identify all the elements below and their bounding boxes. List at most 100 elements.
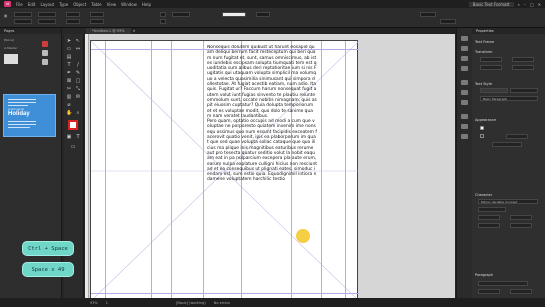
leading-field[interactable] bbox=[510, 215, 532, 220]
line-tool-icon[interactable]: / bbox=[75, 62, 81, 68]
transform-y-field[interactable] bbox=[480, 65, 502, 70]
preflight-status[interactable]: No errors bbox=[214, 301, 230, 305]
thumb-line bbox=[8, 127, 30, 128]
note-tool-icon[interactable]: ✉ bbox=[75, 94, 81, 100]
free-transform-tool-icon[interactable]: ⤡ bbox=[75, 86, 81, 92]
character-styles-icon[interactable] bbox=[461, 134, 468, 139]
layers-icon[interactable] bbox=[42, 50, 48, 56]
properties-title[interactable]: Properties bbox=[472, 28, 545, 34]
transform-x-field[interactable] bbox=[480, 57, 502, 62]
text-wrap-icon[interactable] bbox=[461, 114, 468, 119]
pages-panel-title[interactable]: Pages bbox=[0, 28, 61, 34]
stroke-weight-field[interactable] bbox=[506, 134, 528, 139]
pages-none-row[interactable]: [None] bbox=[4, 38, 14, 42]
minimize-icon[interactable]: – bbox=[524, 2, 526, 7]
pencil-tool-icon[interactable]: ✎ bbox=[75, 70, 81, 76]
page-number[interactable]: 1 bbox=[106, 301, 108, 305]
paragraph-styles-icon[interactable] bbox=[461, 124, 468, 129]
font-size-field[interactable] bbox=[478, 215, 500, 220]
formatting-container-icon[interactable]: ▣ bbox=[66, 134, 72, 140]
color-icon[interactable] bbox=[461, 100, 468, 105]
left-indent-field[interactable] bbox=[478, 289, 500, 294]
gradient-tool-icon[interactable]: ▥ bbox=[66, 94, 72, 100]
right-indent-field[interactable] bbox=[510, 289, 532, 294]
gap-tool-icon[interactable]: ↔ bbox=[75, 46, 81, 52]
scissors-tool-icon[interactable]: ✂ bbox=[66, 86, 72, 92]
character-style-tab[interactable] bbox=[510, 88, 538, 93]
stroke-icon[interactable] bbox=[461, 80, 468, 85]
menu-table[interactable]: Table bbox=[91, 2, 101, 7]
eyedropper-tool-icon[interactable]: ⌀ bbox=[66, 102, 72, 108]
properties-icon[interactable] bbox=[461, 36, 468, 41]
kerning-field[interactable] bbox=[510, 223, 532, 228]
fill-stroke-swatch[interactable] bbox=[68, 120, 78, 130]
transform-w-field[interactable] bbox=[512, 57, 534, 62]
font-family-select[interactable]: Minion Variable Concept bbox=[478, 199, 538, 204]
fill-color-chip[interactable] bbox=[480, 126, 484, 130]
zoom-level[interactable]: 93% bbox=[90, 301, 98, 305]
pages-icon[interactable] bbox=[461, 46, 468, 51]
body-text-frame[interactable]: Nonsequis dolutem quibust ut harunt eosa… bbox=[207, 45, 317, 301]
y-field[interactable] bbox=[14, 19, 32, 24]
pages-master-row[interactable]: A-Master bbox=[4, 46, 17, 50]
stroke-weight-field[interactable] bbox=[172, 12, 190, 17]
zoom-tool-icon[interactable]: ⌕ bbox=[75, 110, 81, 116]
h-field[interactable] bbox=[38, 19, 56, 24]
menu-object[interactable]: Object bbox=[73, 2, 86, 7]
menu-window[interactable]: Window bbox=[121, 2, 137, 7]
opacity-field[interactable] bbox=[256, 12, 270, 17]
close-tab-icon[interactable]: ✕ bbox=[133, 29, 136, 33]
opacity-field[interactable] bbox=[492, 142, 522, 147]
fill-swatch[interactable] bbox=[160, 12, 166, 17]
menu-edit[interactable]: Edit bbox=[28, 2, 36, 7]
formatting-text-icon[interactable]: T bbox=[75, 134, 81, 140]
stroke-swatch[interactable] bbox=[160, 19, 166, 24]
alignment-buttons[interactable] bbox=[478, 281, 528, 286]
cc-libraries-icon[interactable] bbox=[42, 41, 48, 47]
rotate-field[interactable] bbox=[90, 12, 104, 17]
keystroke-overlay-ctrl-space: Ctrl + Space bbox=[22, 241, 74, 256]
menu-layout[interactable]: Layout bbox=[40, 2, 54, 7]
paragraph-style-tab[interactable] bbox=[480, 88, 508, 93]
menu-view[interactable]: View bbox=[107, 2, 117, 7]
menu-file[interactable]: File bbox=[16, 2, 23, 7]
menu-help[interactable]: Help bbox=[142, 2, 151, 7]
menu-type[interactable]: Type bbox=[59, 2, 68, 7]
workspace-switcher[interactable]: Basic Text Formatt bbox=[468, 1, 514, 7]
page-tool-icon[interactable]: ▭ bbox=[66, 46, 72, 52]
scale-y-field[interactable] bbox=[66, 19, 80, 24]
ref-point-icon[interactable]: ▦ bbox=[4, 14, 7, 18]
content-collector-icon[interactable]: ▤ bbox=[66, 54, 72, 60]
tracking-field[interactable] bbox=[478, 223, 500, 228]
text-style-label: Text Style bbox=[475, 82, 492, 86]
stroke-color-chip[interactable] bbox=[480, 134, 484, 138]
corner-field[interactable] bbox=[420, 12, 436, 17]
transform-h-field[interactable] bbox=[512, 65, 534, 70]
search-icon[interactable]: ⌕ bbox=[518, 2, 520, 7]
columns-field[interactable] bbox=[440, 19, 456, 24]
rectangle-frame-tool-icon[interactable]: ⊠ bbox=[66, 78, 72, 84]
links-icon[interactable] bbox=[42, 59, 48, 65]
swatches-icon[interactable] bbox=[461, 90, 468, 95]
hand-tool-icon[interactable]: ✋ bbox=[66, 110, 72, 116]
master-thumbnail[interactable] bbox=[4, 54, 18, 64]
selection-tool-icon[interactable]: ➤ bbox=[66, 38, 72, 44]
paragraph-style-select[interactable]: Basic Paragraph bbox=[480, 96, 538, 101]
scale-x-field[interactable] bbox=[66, 12, 80, 17]
pen-tool-icon[interactable]: ✒ bbox=[66, 70, 72, 76]
x-field[interactable] bbox=[14, 12, 32, 17]
w-field[interactable] bbox=[38, 12, 56, 17]
rectangle-tool-icon[interactable]: □ bbox=[75, 78, 81, 84]
direct-selection-tool-icon[interactable]: ↖ bbox=[75, 38, 81, 44]
layers-icon[interactable] bbox=[461, 56, 468, 61]
preflight-profile[interactable]: [Basic] (working) bbox=[176, 301, 206, 305]
shear-field[interactable] bbox=[90, 19, 104, 24]
body-text: Nonsequis dolutem quibust ut harunt eosa… bbox=[207, 45, 317, 119]
links-icon[interactable] bbox=[461, 66, 468, 71]
close-icon[interactable]: ✕ bbox=[538, 2, 541, 7]
stroke-type-select[interactable] bbox=[222, 12, 246, 17]
screen-mode-icon[interactable]: ▭ bbox=[70, 144, 76, 150]
type-tool-icon[interactable]: T bbox=[66, 62, 72, 68]
maximize-icon[interactable]: □ bbox=[530, 2, 534, 7]
font-style-select[interactable] bbox=[478, 207, 506, 212]
